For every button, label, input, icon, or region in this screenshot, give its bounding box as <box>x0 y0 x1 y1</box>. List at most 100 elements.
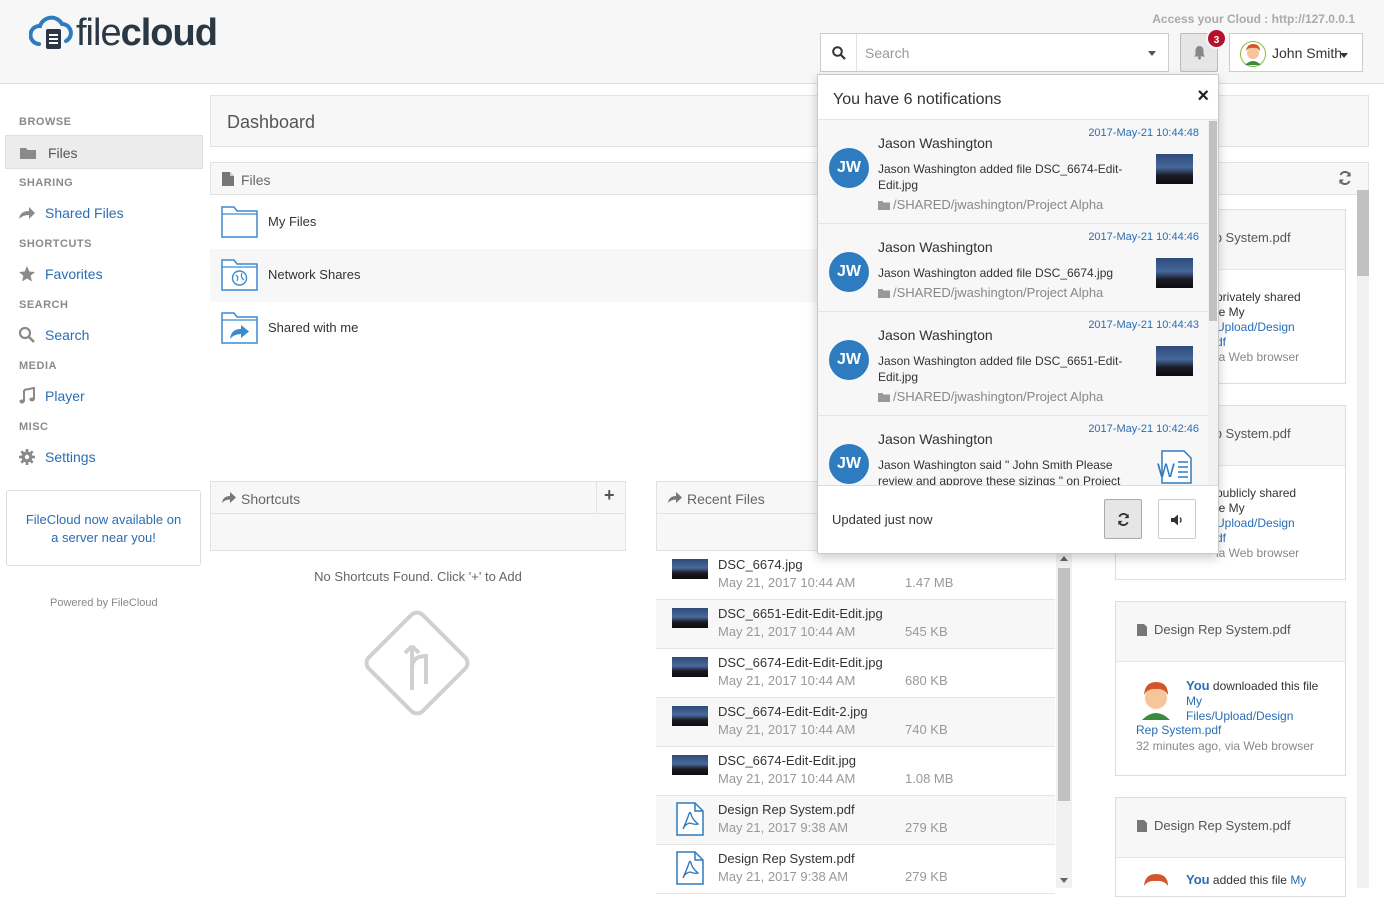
activity-link[interactable]: df <box>1216 531 1341 546</box>
notification-sender: Jason Washington <box>878 431 993 447</box>
files-row-network-shares[interactable]: Network Shares <box>210 249 820 302</box>
search-dropdown-caret-icon[interactable] <box>1148 51 1156 56</box>
recent-file-row[interactable]: DSC_6651-Edit-Edit-Edit.jpg May 21, 2017 … <box>656 600 1055 649</box>
bell-icon <box>1194 46 1205 60</box>
activity-scrollbar[interactable] <box>1357 195 1369 888</box>
shortcuts-panel-header: Shortcuts + <box>210 481 626 514</box>
recent-files-scroll-thumb[interactable] <box>1058 568 1070 801</box>
activity-link[interactable]: df <box>1216 335 1341 350</box>
notification-path[interactable]: /SHARED/jwashington/Project Alpha <box>878 389 1103 404</box>
notifications-list[interactable]: JW Jason Washington 2017-May-21 10:44:48… <box>818 120 1208 485</box>
recent-file-name[interactable]: Design Rep System.pdf <box>718 851 855 866</box>
notifications-title: You have 6 notifications <box>833 91 1002 108</box>
avatar: JW <box>829 252 869 292</box>
activity-card-title: Design Rep System.pdf <box>1154 622 1291 637</box>
activity-actor[interactable]: You <box>1186 872 1210 887</box>
recent-file-row[interactable]: Design Rep System.pdf May 21, 2017 9:38 A… <box>656 796 1055 845</box>
activity-link[interactable]: My <box>1290 873 1306 887</box>
recent-file-row[interactable]: DSC_6674-Edit-Edit.jpg May 21, 2017 10:44… <box>656 747 1055 796</box>
avatar: JW <box>829 148 869 188</box>
sidebar-item-label: Shared Files <box>45 205 124 221</box>
sidebar-item-shared-files[interactable]: Shared Files <box>5 196 203 230</box>
user-caret-icon <box>1340 53 1348 58</box>
notification-message: Jason Washington added file DSC_6674.jpg <box>878 266 1114 280</box>
add-shortcut-button[interactable]: + <box>604 485 615 506</box>
sidebar-item-player[interactable]: Player <box>5 379 203 413</box>
promo-box[interactable]: FileCloud now available on a server near… <box>6 490 201 566</box>
recent-file-row[interactable]: Design Rep System.pdf May 21, 2017 9:38 A… <box>656 845 1055 894</box>
logo-text[interactable]: filecloud <box>76 12 218 55</box>
recent-file-date: May 21, 2017 9:38 AM <box>718 820 849 835</box>
recent-file-row[interactable]: DSC_6674-Edit-Edit-Edit.jpg May 21, 2017 … <box>656 649 1055 698</box>
folder-icon <box>878 201 890 210</box>
activity-scroll-thumb[interactable] <box>1357 190 1369 276</box>
notification-badge: 3 <box>1206 28 1227 49</box>
activity-link[interactable]: Rep System.pdf <box>1136 723 1221 738</box>
scroll-down-arrow-icon[interactable] <box>1060 878 1068 883</box>
recent-file-name[interactable]: DSC_6674-Edit-Edit-Edit.jpg <box>718 655 883 670</box>
notifications-footer: Updated just now <box>818 485 1218 553</box>
recent-file-size: 1.08 MB <box>905 771 954 786</box>
notification-item[interactable]: JW Jason Washington 2017-May-21 10:44:46… <box>818 224 1208 312</box>
recent-file-name[interactable]: Design Rep System.pdf <box>718 802 855 817</box>
activity-card[interactable]: Design Rep System.pdf You downloaded thi… <box>1115 601 1346 776</box>
image-thumbnail <box>672 608 708 628</box>
top-header: filecloud Access your Cloud : http://127… <box>0 0 1384 84</box>
activity-link[interactable]: My <box>1186 694 1202 708</box>
files-panel-title: Files <box>241 172 271 188</box>
recent-file-name[interactable]: DSC_6674.jpg <box>718 557 803 572</box>
user-menu-button[interactable]: John Smith <box>1229 33 1363 72</box>
sidebar-item-files[interactable]: Files <box>5 135 203 169</box>
search-input[interactable] <box>865 43 1125 63</box>
sound-toggle-button[interactable] <box>1158 499 1196 539</box>
recent-file-size: 279 KB <box>905 820 948 835</box>
activity-link[interactable]: Upload/Design <box>1216 320 1341 335</box>
sidebar-item-label: Settings <box>45 449 96 465</box>
sidebar-item-label: Files <box>48 145 78 161</box>
search-icon[interactable] <box>821 34 857 71</box>
recent-file-name[interactable]: DSC_6674-Edit-Edit-2.jpg <box>718 704 868 719</box>
recent-file-row[interactable]: DSC_6674.jpg May 21, 2017 10:44 AM 1.47 MB <box>656 551 1055 600</box>
refresh-notifications-button[interactable] <box>1104 499 1142 539</box>
activity-actor[interactable]: You <box>1186 678 1210 693</box>
activity-text: le My <box>1216 501 1245 515</box>
files-row-my-files[interactable]: My Files <box>210 196 820 249</box>
files-row-label: Shared with me <box>268 320 359 335</box>
notification-path[interactable]: /SHARED/jwashington/Project Alpha <box>878 285 1103 300</box>
recent-file-name[interactable]: DSC_6651-Edit-Edit-Edit.jpg <box>718 606 883 621</box>
section-search: SEARCH <box>19 299 69 311</box>
notification-path[interactable]: /SHARED/jwashington/Project Alpha <box>878 197 1103 212</box>
refresh-icon[interactable] <box>1338 171 1352 185</box>
files-row-shared-with-me[interactable]: Shared with me <box>210 302 820 355</box>
file-icon <box>222 172 234 186</box>
powered-by: Powered by FileCloud <box>50 597 158 609</box>
notifications-scroll-thumb[interactable] <box>1209 121 1217 321</box>
star-icon <box>19 266 35 282</box>
files-row-label: My Files <box>268 214 317 229</box>
recent-file-name[interactable]: DSC_6674-Edit-Edit.jpg <box>718 753 856 768</box>
scroll-up-arrow-icon[interactable] <box>1060 556 1068 561</box>
recent-file-row[interactable]: DSC_6674-Edit-Edit-2.jpg May 21, 2017 10:… <box>656 698 1055 747</box>
sidebar-item-favorites[interactable]: Favorites <box>5 257 203 291</box>
recent-file-size: 680 KB <box>905 673 948 688</box>
image-thumbnail <box>672 706 708 726</box>
close-icon[interactable]: × <box>1197 86 1209 106</box>
notification-item[interactable]: JW Jason Washington 2017-May-21 10:44:48… <box>818 120 1208 224</box>
activity-link[interactable]: Files/Upload/Design <box>1186 709 1326 724</box>
sidebar-item-label: Favorites <box>45 266 103 282</box>
notification-sender: Jason Washington <box>878 327 993 343</box>
sidebar-item-settings[interactable]: Settings <box>5 440 203 474</box>
sidebar-item-label: Search <box>45 327 90 343</box>
folder-icon <box>221 206 258 238</box>
image-thumbnail <box>672 559 708 579</box>
search-box[interactable] <box>820 33 1169 72</box>
activity-link[interactable]: Upload/Design <box>1216 516 1341 531</box>
section-media: MEDIA <box>19 360 57 372</box>
activity-card[interactable]: Design Rep System.pdf You added this fil… <box>1115 797 1346 897</box>
logo-light: file <box>76 12 122 54</box>
notification-item[interactable]: JW Jason Washington 2017-May-21 10:42:46… <box>818 416 1208 485</box>
sidebar-item-search[interactable]: Search <box>5 318 203 352</box>
folder-icon <box>20 148 36 159</box>
notification-item[interactable]: JW Jason Washington 2017-May-21 10:44:43… <box>818 312 1208 416</box>
pdf-icon <box>676 802 704 836</box>
